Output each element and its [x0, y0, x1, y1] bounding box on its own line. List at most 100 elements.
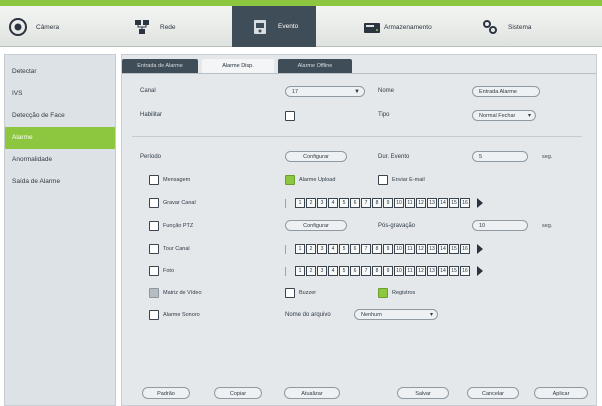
nav-system[interactable]: Sistema [480, 12, 531, 42]
channel-toggle[interactable]: 1 [295, 198, 305, 208]
tipo-select[interactable]: Normal Fechar ▾ [472, 110, 536, 121]
sidebar-item-detectar[interactable]: Detectar [5, 61, 115, 83]
channel-toggle[interactable]: 6 [350, 266, 360, 276]
channel-toggle[interactable]: 10 [394, 266, 404, 276]
channel-toggle[interactable]: 9 [383, 244, 393, 254]
refresh-button[interactable]: Atualizar [284, 387, 340, 399]
channel-toggle[interactable]: 15 [449, 266, 459, 276]
funcao-ptz-checkbox[interactable] [149, 221, 159, 231]
channel-toggle[interactable]: 16 [460, 244, 470, 254]
gravar-canal-checkbox[interactable] [149, 198, 159, 208]
channel-toggle[interactable]: 9 [383, 266, 393, 276]
nome-arquivo-label: Nome do arquivo [285, 312, 331, 318]
channel-toggle[interactable]: 2 [306, 198, 316, 208]
tour-canal-label: Tour Canal [163, 246, 190, 252]
save-button[interactable]: Salvar [397, 387, 449, 399]
channel-toggle[interactable]: 13 [427, 244, 437, 254]
channel-toggle[interactable]: 7 [361, 198, 371, 208]
nome-arquivo-select[interactable]: Nenhum ▾ [354, 309, 438, 320]
channel-toggle[interactable]: 1 [295, 244, 305, 254]
alarme-upload-checkbox[interactable] [285, 175, 295, 185]
copy-button[interactable]: Copiar [214, 387, 262, 399]
channel-toggle[interactable]: 2 [306, 244, 316, 254]
buzzer-label: Buzzer [299, 290, 317, 296]
channel-toggle[interactable]: 8 [372, 244, 382, 254]
channel-toggle[interactable]: 8 [372, 198, 382, 208]
channel-toggle[interactable]: 3 [317, 198, 327, 208]
pos-gravacao-input[interactable]: 10 [472, 220, 528, 231]
channel-toggle[interactable]: 12 [416, 198, 426, 208]
nav-camera[interactable]: Câmera [8, 12, 59, 42]
registros-checkbox[interactable] [378, 288, 388, 298]
channel-toggle[interactable]: 6 [350, 244, 360, 254]
channel-toggle[interactable]: 14 [438, 244, 448, 254]
channel-toggle[interactable]: 4 [328, 198, 338, 208]
nav-network[interactable]: Rede [132, 12, 176, 42]
foto-checkbox[interactable] [149, 266, 159, 276]
channel-toggle[interactable]: 15 [449, 198, 459, 208]
channel-toggle[interactable]: 4 [328, 266, 338, 276]
channel-toggle[interactable]: 6 [350, 198, 360, 208]
sidebar-item-ivs[interactable]: IVS [5, 83, 115, 105]
foto-channels: 1 2 3 4 5 6 7 8 9 10 11 12 13 14 15 16 [285, 266, 483, 276]
nome-field[interactable]: Entrada Alarme [472, 86, 540, 97]
channel-toggle[interactable]: 4 [328, 244, 338, 254]
channel-toggle[interactable]: 7 [361, 244, 371, 254]
sidebar-item-face-detection[interactable]: Detecção de Face [5, 105, 115, 127]
channel-toggle[interactable]: 7 [361, 266, 371, 276]
next-arrow-icon[interactable] [477, 198, 483, 208]
matriz-video-checkbox[interactable] [149, 288, 159, 298]
next-arrow-icon[interactable] [477, 244, 483, 254]
channel-toggle[interactable]: 5 [339, 266, 349, 276]
channel-toggle[interactable]: 1 [295, 266, 305, 276]
tour-canal-checkbox[interactable] [149, 244, 159, 254]
channel-toggle[interactable]: 11 [405, 266, 415, 276]
channel-toggle[interactable]: 3 [317, 244, 327, 254]
canal-select[interactable]: 17 ▼ [285, 86, 365, 97]
mensagem-checkbox[interactable] [149, 175, 159, 185]
channel-toggle[interactable]: 5 [339, 244, 349, 254]
dur-evento-input[interactable]: 5 [472, 151, 528, 162]
channel-toggle[interactable]: 16 [460, 266, 470, 276]
habilitar-checkbox[interactable] [285, 111, 295, 121]
cancel-button[interactable]: Cancelar [467, 387, 519, 399]
sidebar-item-alarme[interactable]: Alarme [5, 127, 115, 149]
channel-toggle[interactable]: 2 [306, 266, 316, 276]
channel-toggle[interactable]: 13 [427, 198, 437, 208]
apply-button[interactable]: Aplicar [534, 387, 588, 399]
ptz-configure-button[interactable]: Configurar [285, 220, 347, 231]
channel-toggle[interactable]: 10 [394, 244, 404, 254]
tour-canal-channels: 1 2 3 4 5 6 7 8 9 10 11 12 13 14 15 16 [285, 244, 483, 254]
buzzer-checkbox[interactable] [285, 288, 295, 298]
channel-toggle[interactable]: 12 [416, 244, 426, 254]
chevron-down-icon: ▼ [354, 89, 360, 95]
default-button[interactable]: Padrão [142, 387, 190, 399]
channel-toggle[interactable]: 11 [405, 244, 415, 254]
sidebar-item-anormalidade[interactable]: Anormalidade [5, 149, 115, 171]
channel-toggle[interactable]: 8 [372, 266, 382, 276]
channel-toggle[interactable]: 13 [427, 266, 437, 276]
enviar-email-checkbox[interactable] [378, 175, 388, 185]
sidebar-item-alarm-output[interactable]: Saída de Alarme [5, 171, 115, 193]
channel-toggle[interactable]: 14 [438, 198, 448, 208]
channel-toggle[interactable]: 5 [339, 198, 349, 208]
channel-toggle[interactable]: 11 [405, 198, 415, 208]
tab-alarm-offline[interactable]: Alarme Offline [278, 59, 352, 74]
tab-alarm-device[interactable]: Alarme Disp. [202, 59, 274, 74]
pos-gravacao-value: 10 [479, 223, 486, 229]
camera-icon [8, 17, 28, 37]
alarme-sonoro-checkbox[interactable] [149, 310, 159, 320]
nav-storage[interactable]: Armazenamento [362, 12, 432, 42]
periodo-configure-button[interactable]: Configurar [285, 151, 347, 162]
next-arrow-icon[interactable] [477, 266, 483, 276]
nav-event[interactable]: Evento [232, 6, 317, 47]
tab-alarm-input[interactable]: Entrada de Alarme [122, 59, 198, 74]
channel-toggle[interactable]: 9 [383, 198, 393, 208]
channel-toggle[interactable]: 12 [416, 266, 426, 276]
channel-toggle[interactable]: 14 [438, 266, 448, 276]
channel-toggle[interactable]: 15 [449, 244, 459, 254]
channel-toggle[interactable]: 3 [317, 266, 327, 276]
channel-toggle[interactable]: 10 [394, 198, 404, 208]
channel-toggle[interactable]: 16 [460, 198, 470, 208]
network-icon [132, 17, 152, 37]
